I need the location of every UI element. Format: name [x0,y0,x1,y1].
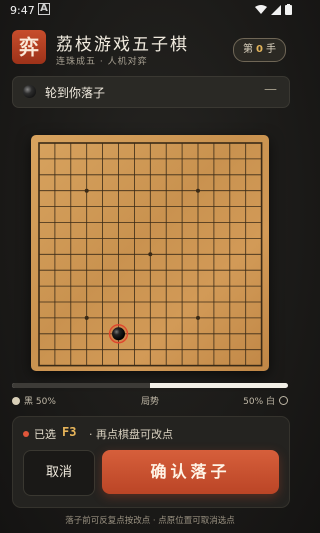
app-subtitle: 连珠成五 · 人机对弈 [56,57,148,67]
collapse-icon[interactable]: — [264,82,277,97]
turn-indicator[interactable]: 轮到你落子 — [12,76,290,108]
advantage-labels: 黑 50% 局势 50% 白 [12,394,288,408]
wifi-icon [255,4,267,14]
selection-dot-icon [23,431,29,437]
status-time: 9:47 [10,4,35,17]
turn-text: 轮到你落子 [45,86,106,100]
selection-hint: · 再点棋盘可改点 [89,428,173,441]
cancel-button[interactable]: 取消 [23,450,95,496]
move-counter-suffix: 手 [266,44,276,55]
star-point [196,315,200,320]
notification-icon: A [38,3,50,15]
advantage-white: 50% 白 [243,394,288,407]
signal-icon [271,4,281,15]
advantage-black-fill [12,383,150,388]
status-icons [255,4,292,15]
action-panel: 已选 F3 · 再点棋盘可改点 取消 确认落子 [12,416,290,508]
battery-icon [285,4,292,15]
confirm-move-button[interactable]: 确认落子 [102,450,279,494]
black-stone-icon [23,85,36,98]
move-counter-value: 0 [256,44,263,55]
app-title: 荔枝游戏五子棋 [56,35,189,55]
footer-hint: 落子前可反复点按改点 · 点原位置可取消选点 [65,516,235,526]
status-bar: 9:47 A [0,0,300,22]
star-point [148,252,153,257]
board-grid[interactable] [31,135,269,371]
selection-label: 已选 [34,428,56,441]
app-header: 弈 荔枝游戏五子棋 连珠成五 · 人机对弈 第0手 [0,26,300,68]
selected-stone-preview[interactable] [112,327,125,341]
move-counter-prefix: 第 [243,44,254,55]
gomoku-board[interactable] [31,135,269,371]
star-point [84,315,89,320]
star-point [84,188,89,193]
app-logo: 弈 [12,30,46,64]
advantage-white-label: 50% 白 [243,397,275,407]
advantage-bar [12,383,288,388]
selection-coord: F3 [62,425,77,439]
white-dot-icon [279,396,288,405]
move-counter-badge: 第0手 [233,38,286,62]
star-point [196,188,200,193]
